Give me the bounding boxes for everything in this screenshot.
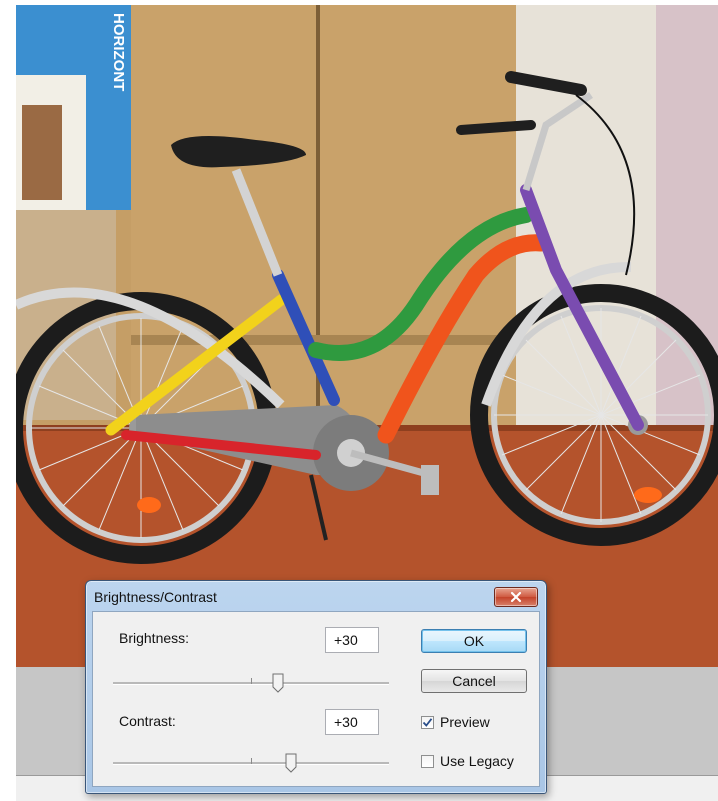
contrast-slider-thumb-icon[interactable] [285, 753, 297, 773]
bicycle-photo: HORIZONT [16, 5, 718, 667]
brightness-contrast-dialog: Brightness/Contrast Brightness: +30 Cont… [85, 580, 547, 794]
use-legacy-checkbox[interactable] [421, 754, 434, 768]
use-legacy-label: Use Legacy [440, 753, 514, 769]
close-icon [510, 591, 522, 603]
preview-checkbox[interactable] [421, 715, 434, 729]
brightness-slider-thumb-icon[interactable] [272, 673, 284, 693]
use-legacy-checkbox-row[interactable]: Use Legacy [421, 753, 514, 769]
cancel-button[interactable]: Cancel [421, 669, 527, 693]
image-canvas[interactable]: HORIZONT [16, 5, 718, 667]
preview-label: Preview [440, 714, 490, 730]
dialog-body: Brightness: +30 Contrast: +30 OK Cancel … [92, 611, 540, 787]
window-left-edge [0, 0, 16, 800]
brightness-label: Brightness: [119, 630, 190, 646]
box-brand-text: HORIZONT [110, 13, 127, 91]
ok-button[interactable]: OK [421, 629, 527, 653]
brightness-value-field[interactable]: +30 [325, 627, 379, 653]
preview-checkbox-row[interactable]: Preview [421, 714, 490, 730]
portrait [22, 105, 62, 200]
brightness-slider-center-tick [251, 678, 252, 684]
left-grip [456, 120, 536, 135]
contrast-slider-center-tick [251, 758, 252, 764]
pedal [421, 465, 439, 495]
contrast-label: Contrast: [119, 713, 176, 729]
close-button[interactable] [494, 587, 538, 607]
dialog-title: Brightness/Contrast [94, 589, 217, 605]
checkmark-icon [422, 717, 433, 727]
dialog-titlebar[interactable]: Brightness/Contrast [86, 581, 546, 609]
contrast-value-field[interactable]: +30 [325, 709, 379, 735]
